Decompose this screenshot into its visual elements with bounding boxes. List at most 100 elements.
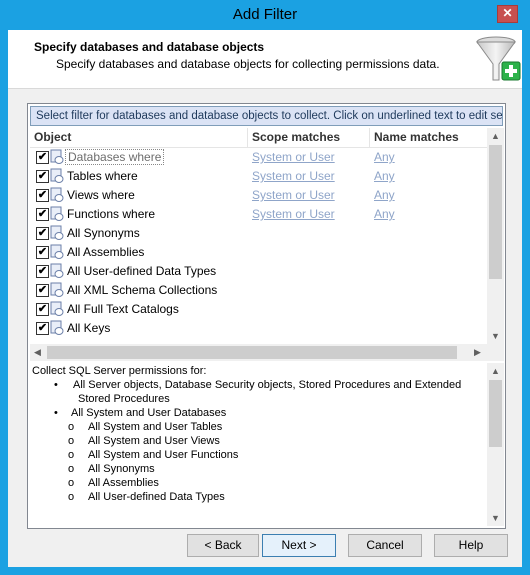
scope-link[interactable]: System or User	[252, 150, 335, 164]
name-link[interactable]: Any	[374, 207, 395, 221]
database-object-icon	[50, 168, 64, 183]
database-object-icon	[50, 187, 64, 202]
scroll-left-arrow-icon[interactable]: ◀	[34, 347, 41, 358]
row-checkbox[interactable]: ✔	[36, 246, 49, 259]
grid-row[interactable]: ✔ Tables where System or User Any	[30, 167, 487, 186]
description-subitem: All Assemblies	[88, 477, 159, 489]
column-header-name[interactable]: Name matches	[370, 128, 487, 147]
title-bar[interactable]: Add Filter ✕	[0, 0, 530, 30]
row-checkbox[interactable]: ✔	[36, 189, 49, 202]
grid-row[interactable]: ✔ All XML Schema Collections	[30, 281, 487, 300]
grid-row[interactable]: ✔ Functions where System or User Any	[30, 205, 487, 224]
name-link[interactable]: Any	[374, 169, 395, 183]
scope-link[interactable]: System or User	[252, 188, 335, 202]
row-checkbox[interactable]: ✔	[36, 151, 49, 164]
row-label: All Synonyms	[67, 226, 140, 240]
header-title: Specify databases and database objects	[34, 40, 265, 54]
dialog-window: Add Filter ✕ Specify databases and datab…	[0, 0, 530, 575]
filter-panel: Select filter for databases and database…	[27, 103, 506, 529]
grid-header: Object Scope matches Name matches	[30, 128, 487, 148]
description-subitem: All User-defined Data Types	[88, 491, 225, 503]
scroll-down-arrow-icon[interactable]: ▼	[491, 513, 500, 523]
description-line: Stored Procedures	[78, 393, 170, 405]
bullet: •	[54, 379, 58, 391]
row-label: Tables where	[67, 169, 138, 183]
database-object-icon	[50, 206, 64, 221]
database-object-icon	[50, 301, 64, 316]
description-intro: Collect SQL Server permissions for:	[32, 365, 207, 377]
sub-bullet: o	[68, 477, 75, 489]
sub-bullet: o	[68, 435, 75, 447]
column-header-scope[interactable]: Scope matches	[248, 128, 370, 147]
row-checkbox[interactable]: ✔	[36, 170, 49, 183]
grid-vertical-scrollbar[interactable]: ▲ ▼	[487, 128, 504, 344]
grid-row[interactable]: ✔ Databases where System or User Any	[30, 148, 487, 167]
grid-row[interactable]: ✔ All Keys	[30, 319, 487, 338]
description-subitem: All System and User Views	[88, 435, 220, 447]
next-button[interactable]: Next >	[262, 534, 336, 557]
database-object-icon	[50, 320, 64, 335]
scope-link[interactable]: System or User	[252, 169, 335, 183]
description-vertical-scrollbar[interactable]: ▲ ▼	[487, 363, 504, 526]
close-button[interactable]: ✕	[497, 5, 518, 23]
description-line: All Server objects, Database Security ob…	[73, 379, 462, 391]
row-label: All User-defined Data Types	[67, 264, 217, 278]
grid-row[interactable]: ✔ All User-defined Data Types	[30, 262, 487, 281]
scroll-thumb[interactable]	[47, 346, 457, 359]
grid-row[interactable]: ✔ All Full Text Catalogs	[30, 300, 487, 319]
bullet: •	[54, 407, 58, 419]
scroll-up-arrow-icon[interactable]: ▲	[491, 366, 500, 376]
scroll-corner	[487, 344, 504, 361]
row-checkbox[interactable]: ✔	[36, 227, 49, 240]
scroll-thumb[interactable]	[489, 145, 502, 279]
scroll-down-arrow-icon[interactable]: ▼	[491, 331, 500, 341]
name-link[interactable]: Any	[374, 188, 395, 202]
name-link[interactable]: Any	[374, 150, 395, 164]
scroll-thumb[interactable]	[489, 380, 502, 447]
scroll-right-arrow-icon[interactable]: ▶	[474, 347, 481, 358]
column-header-object[interactable]: Object	[30, 128, 248, 147]
row-label: All Full Text Catalogs	[67, 302, 179, 316]
back-button[interactable]: < Back	[187, 534, 259, 557]
database-object-icon	[50, 244, 64, 259]
description-text: Collect SQL Server permissions for: • Al…	[30, 363, 487, 526]
row-checkbox[interactable]: ✔	[36, 284, 49, 297]
description-subitem: All Synonyms	[88, 463, 155, 475]
row-label: All Assemblies	[67, 245, 145, 259]
grid-horizontal-scrollbar[interactable]: ◀ ▶	[30, 344, 487, 361]
scroll-up-arrow-icon[interactable]: ▲	[491, 131, 500, 141]
row-label: Functions where	[67, 207, 156, 221]
window-title: Add Filter	[232, 6, 298, 23]
row-label: All XML Schema Collections	[67, 283, 218, 297]
dialog-client: Specify databases and database objects S…	[8, 30, 522, 567]
row-label: Views where	[67, 188, 135, 202]
grid-row[interactable]: ✔ All Synonyms	[30, 224, 487, 243]
description-subitem: All System and User Functions	[88, 449, 239, 461]
description-subitem: All System and User Tables	[88, 421, 223, 433]
wizard-header: Specify databases and database objects S…	[8, 30, 522, 89]
sub-bullet: o	[68, 421, 75, 433]
row-checkbox[interactable]: ✔	[36, 265, 49, 278]
row-label: All Keys	[67, 321, 111, 335]
database-object-icon	[50, 149, 64, 164]
row-label: Databases where	[65, 149, 165, 165]
filter-funnel-icon	[476, 36, 521, 81]
sub-bullet: o	[68, 463, 75, 475]
grid-row[interactable]: ✔ All Assemblies	[30, 243, 487, 262]
row-checkbox[interactable]: ✔	[36, 208, 49, 221]
info-bar: Select filter for databases and database…	[30, 106, 503, 126]
database-object-icon	[50, 263, 64, 278]
scope-link[interactable]: System or User	[252, 207, 335, 221]
sub-bullet: o	[68, 449, 75, 461]
row-checkbox[interactable]: ✔	[36, 303, 49, 316]
help-button[interactable]: Help	[434, 534, 508, 557]
database-object-icon	[50, 282, 64, 297]
database-object-icon	[50, 225, 64, 240]
grid-row[interactable]: ✔ Views where System or User Any	[30, 186, 487, 205]
header-subtitle: Specify databases and database objects f…	[56, 57, 440, 71]
object-grid: ✔ Databases where System or User Any ✔ T…	[30, 148, 487, 344]
row-checkbox[interactable]: ✔	[36, 322, 49, 335]
cancel-button[interactable]: Cancel	[348, 534, 422, 557]
sub-bullet: o	[68, 491, 75, 503]
description-line: All System and User Databases	[71, 407, 227, 419]
